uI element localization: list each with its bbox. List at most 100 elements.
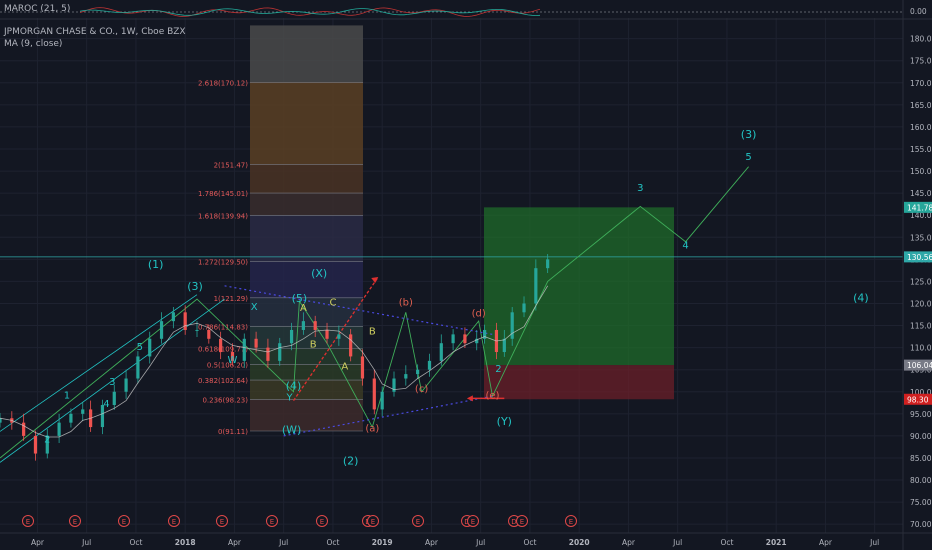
indicator-axis-label: 0.00 bbox=[910, 7, 927, 16]
candle-body bbox=[69, 413, 73, 423]
time-tick-label: Apr bbox=[622, 538, 636, 547]
time-tick-label: Jul bbox=[475, 538, 485, 547]
price-tick-label: 160.00 bbox=[910, 123, 932, 132]
symbol-title[interactable]: JPMORGAN CHASE & CO., 1W, Cboe BZX bbox=[4, 26, 186, 38]
candle-body bbox=[266, 347, 270, 361]
time-tick-label: 2021 bbox=[766, 538, 787, 547]
candle-body bbox=[451, 334, 455, 344]
indicator-legend[interactable]: MAROC (21, 5) bbox=[4, 4, 70, 14]
fib-level-label: 1(121.29) bbox=[214, 295, 249, 303]
candle-body bbox=[57, 422, 61, 436]
time-tick-label: Apr bbox=[228, 538, 242, 547]
candle-body bbox=[301, 321, 305, 330]
event-marker-label: E bbox=[569, 518, 573, 526]
wave-label: (4) bbox=[286, 380, 302, 393]
time-tick-label: Jul bbox=[278, 538, 288, 547]
candle-body bbox=[380, 391, 384, 410]
fib-level-label: 0(91.11) bbox=[218, 428, 248, 436]
time-tick-label: Oct bbox=[326, 538, 339, 547]
fib-level-label: 0.236(98.23) bbox=[202, 397, 248, 405]
wave-label: (Y) bbox=[497, 415, 512, 428]
candle-body bbox=[289, 329, 294, 344]
price-tick-label: 150.00 bbox=[910, 167, 932, 176]
candle-body bbox=[372, 378, 376, 410]
ma-legend[interactable]: MA (9, close) bbox=[4, 38, 186, 50]
wave-label: X bbox=[251, 302, 258, 313]
event-marker-label: E bbox=[520, 518, 524, 526]
wave-label: (b) bbox=[399, 298, 413, 309]
wave-label: 3 bbox=[109, 377, 115, 388]
wave-label: C bbox=[329, 298, 336, 309]
wave-label: (W) bbox=[282, 424, 301, 437]
candle-body bbox=[502, 338, 506, 353]
time-tick-label: Apr bbox=[425, 538, 439, 547]
candle-body bbox=[0, 418, 2, 423]
fib-band bbox=[250, 25, 363, 83]
wave-label: (4) bbox=[853, 291, 869, 304]
candle-body bbox=[546, 259, 550, 269]
wave-label: 2 bbox=[44, 435, 50, 446]
wave-label: (2) bbox=[343, 455, 359, 468]
price-tick-label: 125.00 bbox=[910, 277, 932, 286]
fib-band bbox=[250, 193, 363, 216]
candle-body bbox=[183, 312, 187, 330]
candle-body bbox=[427, 360, 432, 370]
fib-band bbox=[250, 399, 363, 431]
event-marker-label: E bbox=[26, 518, 30, 526]
candle-body bbox=[112, 391, 116, 405]
fib-level-label: 2.618(170.12) bbox=[198, 79, 248, 87]
fib-level-label: 2(151.47) bbox=[214, 162, 249, 170]
loss-zone bbox=[484, 365, 674, 400]
event-marker-label: E bbox=[270, 518, 274, 526]
event-marker-label: E bbox=[371, 518, 375, 526]
candle-body bbox=[278, 343, 282, 361]
wave-label: (c) bbox=[415, 384, 428, 395]
price-flag-label: 141.78 bbox=[907, 203, 932, 212]
event-marker-label: E bbox=[320, 518, 324, 526]
wave-label: B bbox=[369, 326, 376, 337]
candle-body bbox=[510, 312, 514, 339]
time-tick-label: Oct bbox=[720, 538, 733, 547]
wave-label: A bbox=[341, 362, 348, 373]
candle-body bbox=[136, 356, 140, 379]
candle-body bbox=[325, 329, 329, 339]
candle-body bbox=[463, 334, 467, 344]
wave-label: 4 bbox=[103, 399, 109, 410]
fib-level-label: 1.786(145.01) bbox=[198, 190, 248, 198]
time-tick-label: Apr bbox=[819, 538, 833, 547]
event-marker-label: E bbox=[416, 518, 420, 526]
wave-label: 2 bbox=[495, 364, 501, 375]
time-tick-label: Jul bbox=[672, 538, 682, 547]
price-tick-label: 120.00 bbox=[910, 299, 932, 308]
candle-body bbox=[522, 303, 526, 313]
time-tick-label: 2019 bbox=[372, 538, 393, 547]
time-tick-label: 2020 bbox=[569, 538, 590, 547]
price-tick-label: 175.00 bbox=[910, 57, 932, 66]
price-tick-label: 165.00 bbox=[910, 101, 932, 110]
price-chart[interactable]: 0(91.11)0.236(98.23)0.382(102.64)0.5(106… bbox=[0, 0, 932, 550]
price-tick-label: 170.00 bbox=[910, 79, 932, 88]
candle-body bbox=[360, 356, 365, 379]
price-tick-label: 90.00 bbox=[910, 432, 932, 441]
price-tick-label: 70.00 bbox=[910, 520, 932, 529]
wave-label: 3 bbox=[637, 183, 643, 194]
main-legend: JPMORGAN CHASE & CO., 1W, Cboe BZX MA (9… bbox=[4, 26, 186, 50]
fib-level-label: 1.618(139.94) bbox=[198, 212, 248, 220]
candle-body bbox=[404, 374, 408, 379]
wave-label: B bbox=[310, 340, 317, 351]
wave-label: 5 bbox=[745, 152, 751, 163]
time-tick-label: Jul bbox=[81, 538, 91, 547]
fib-band bbox=[250, 215, 363, 262]
candle-body bbox=[219, 338, 223, 353]
candle-body bbox=[337, 334, 341, 339]
wave-label: (X) bbox=[311, 267, 327, 280]
price-tick-label: 75.00 bbox=[910, 498, 932, 507]
candle-body bbox=[439, 343, 443, 361]
candle-body bbox=[349, 334, 353, 357]
price-tick-label: 80.00 bbox=[910, 476, 932, 485]
candle-body bbox=[254, 338, 258, 348]
fib-band bbox=[250, 326, 363, 349]
price-tick-label: 145.00 bbox=[910, 189, 932, 198]
price-tick-label: 155.00 bbox=[910, 145, 932, 154]
price-tick-label: 85.00 bbox=[910, 454, 932, 463]
